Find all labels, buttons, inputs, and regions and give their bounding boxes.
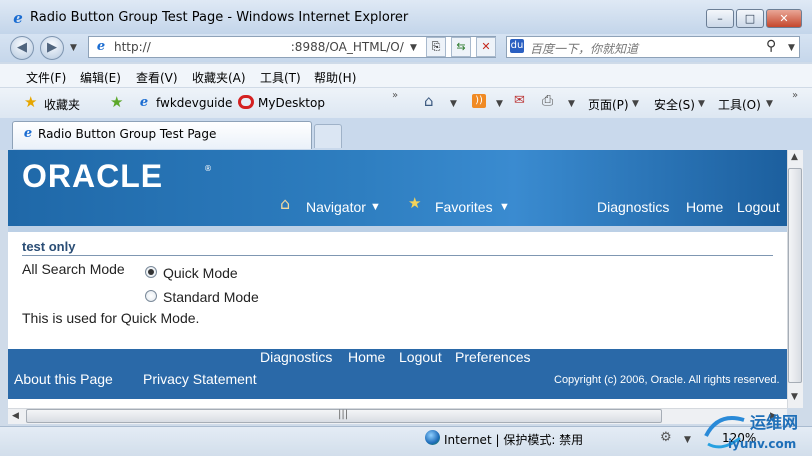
url-suffix: :8988/OA_HTML/O/ bbox=[290, 40, 404, 54]
menu-edit[interactable]: 编辑(E) bbox=[80, 69, 121, 86]
favorites-folder-icon: ★ bbox=[408, 194, 422, 212]
vertical-scroll-thumb[interactable] bbox=[788, 168, 802, 383]
radio-quick-mode[interactable] bbox=[145, 266, 157, 278]
footer-diagnostics-link[interactable]: Diagnostics bbox=[260, 349, 332, 365]
chevron-more-icon-2[interactable]: » bbox=[792, 90, 798, 101]
navigator-home-icon: ⌂ bbox=[280, 194, 291, 213]
address-dropdown-icon[interactable]: ▼ bbox=[410, 43, 417, 53]
radio-standard-mode-label[interactable]: Standard Mode bbox=[163, 289, 259, 305]
fav-link-fwkdevguide[interactable]: fwkdevguide bbox=[156, 96, 232, 110]
scroll-grip-icon: ||| bbox=[338, 409, 349, 420]
watermark-text: 运维网 bbox=[750, 413, 798, 432]
address-text[interactable]: http:// :8988/OA_HTML/O/ bbox=[114, 40, 404, 54]
footer-home-link[interactable]: Home bbox=[348, 349, 385, 365]
oracle-o-icon bbox=[238, 95, 254, 109]
menu-favorites[interactable]: 收藏夹(A) bbox=[192, 69, 246, 86]
security-zone-status[interactable]: Internet | 保护模式: 禁用 bbox=[444, 431, 583, 448]
radio-standard-mode[interactable] bbox=[145, 290, 157, 302]
privacy-statement-link[interactable]: Privacy Statement bbox=[143, 371, 257, 387]
home-dropdown-icon[interactable]: ▼ bbox=[450, 99, 457, 109]
scroll-down-icon[interactable]: ▼ bbox=[791, 392, 798, 402]
protected-mode-icon[interactable]: ⚙ bbox=[660, 430, 672, 445]
tab-title: Radio Button Group Test Page bbox=[38, 127, 217, 141]
navigator-menu[interactable]: Navigator bbox=[306, 199, 366, 215]
section-rule bbox=[22, 255, 773, 256]
menu-file[interactable]: 文件(F) bbox=[26, 69, 66, 86]
copyright-text: Copyright (c) 2006, Oracle. All rights r… bbox=[554, 374, 780, 386]
watermark-sub: iyunv.com bbox=[728, 437, 796, 451]
link-ie-icon: e bbox=[139, 95, 149, 110]
search-placeholder: 百度一下，你就知道 bbox=[530, 42, 639, 56]
oracle-logo: ORACLE bbox=[22, 158, 164, 194]
favorites-star-icon: ★ bbox=[24, 93, 38, 111]
menu-help[interactable]: 帮助(H) bbox=[314, 69, 356, 86]
page-menu[interactable]: 页面(P) bbox=[588, 96, 629, 113]
status-dropdown-icon[interactable]: ▼ bbox=[684, 435, 691, 445]
registered-mark: ® bbox=[204, 164, 212, 173]
stop-icon[interactable]: ✕ bbox=[476, 37, 496, 57]
tools-dropdown-icon[interactable]: ▼ bbox=[766, 99, 773, 109]
scroll-left-icon[interactable]: ◀ bbox=[12, 411, 19, 421]
mail-icon[interactable]: ✉ bbox=[514, 93, 525, 108]
section-title: test only bbox=[22, 239, 76, 254]
favorites-dropdown-icon[interactable]: ▼ bbox=[499, 201, 510, 213]
header-divider bbox=[8, 226, 787, 232]
ie-logo-icon: e bbox=[13, 9, 23, 27]
maximize-button[interactable]: □ bbox=[736, 9, 764, 28]
print-dropdown-icon[interactable]: ▼ bbox=[568, 99, 575, 109]
tab-ie-icon: e bbox=[23, 126, 33, 141]
back-button[interactable]: ◀ bbox=[10, 36, 34, 60]
rss-dropdown-icon[interactable]: ▼ bbox=[496, 99, 503, 109]
navigator-dropdown-icon[interactable]: ▼ bbox=[370, 201, 381, 213]
search-mode-label: All Search Mode bbox=[22, 261, 125, 277]
menu-tools[interactable]: 工具(T) bbox=[260, 69, 301, 86]
safety-menu[interactable]: 安全(S) bbox=[654, 96, 695, 113]
watermark-logo: 运维网 iyunv.com bbox=[704, 413, 798, 451]
scroll-up-icon[interactable]: ▲ bbox=[791, 152, 798, 162]
url-prefix: http:// bbox=[114, 40, 151, 54]
add-favorite-icon[interactable]: ★ bbox=[110, 93, 123, 111]
tools-menu[interactable]: 工具(O) bbox=[718, 96, 761, 113]
header-diagnostics-link[interactable]: Diagnostics bbox=[597, 199, 669, 215]
chevron-more-icon[interactable]: » bbox=[392, 90, 398, 101]
header-home-link[interactable]: Home bbox=[686, 199, 723, 215]
search-icon[interactable]: ⚲ bbox=[766, 38, 776, 54]
radio-quick-mode-label[interactable]: Quick Mode bbox=[163, 265, 238, 281]
internet-zone-icon bbox=[425, 430, 440, 445]
forward-button[interactable]: ▶ bbox=[40, 36, 64, 60]
baidu-icon: du bbox=[510, 39, 524, 53]
compatibility-icon[interactable]: ⎘ bbox=[426, 37, 446, 57]
about-page-link[interactable]: About this Page bbox=[14, 371, 113, 387]
menu-bar bbox=[0, 64, 812, 88]
new-tab-button[interactable] bbox=[314, 124, 342, 148]
favorites-menu[interactable]: Favorites bbox=[435, 199, 493, 215]
search-dropdown-icon[interactable]: ▼ bbox=[788, 43, 795, 53]
fav-link-mydesktop[interactable]: MyDesktop bbox=[258, 96, 325, 110]
safety-dropdown-icon[interactable]: ▼ bbox=[698, 99, 705, 109]
page-dropdown-icon[interactable]: ▼ bbox=[632, 99, 639, 109]
refresh-icon[interactable]: ⇆ bbox=[451, 37, 471, 57]
history-dropdown-icon[interactable]: ▼ bbox=[70, 43, 77, 53]
home-icon[interactable]: ⌂ bbox=[424, 92, 434, 110]
tip-text: This is used for Quick Mode. bbox=[22, 310, 200, 326]
rss-icon[interactable]: )) bbox=[472, 94, 486, 108]
close-button[interactable]: ✕ bbox=[766, 9, 802, 28]
footer-preferences-link[interactable]: Preferences bbox=[455, 349, 530, 365]
menu-view[interactable]: 查看(V) bbox=[136, 69, 178, 86]
print-icon[interactable]: ⎙ bbox=[542, 93, 553, 109]
page-icon: e bbox=[96, 39, 106, 54]
favorites-button[interactable]: 收藏夹 bbox=[44, 96, 80, 113]
window-title: Radio Button Group Test Page - Windows I… bbox=[30, 10, 409, 25]
header-logout-link[interactable]: Logout bbox=[737, 199, 780, 215]
page-viewport: ORACLE ® ⌂ Navigator ▼ ★ Favorites ▼ Dia… bbox=[8, 150, 787, 408]
minimize-button[interactable]: – bbox=[706, 9, 734, 28]
footer-logout-link[interactable]: Logout bbox=[399, 349, 442, 365]
